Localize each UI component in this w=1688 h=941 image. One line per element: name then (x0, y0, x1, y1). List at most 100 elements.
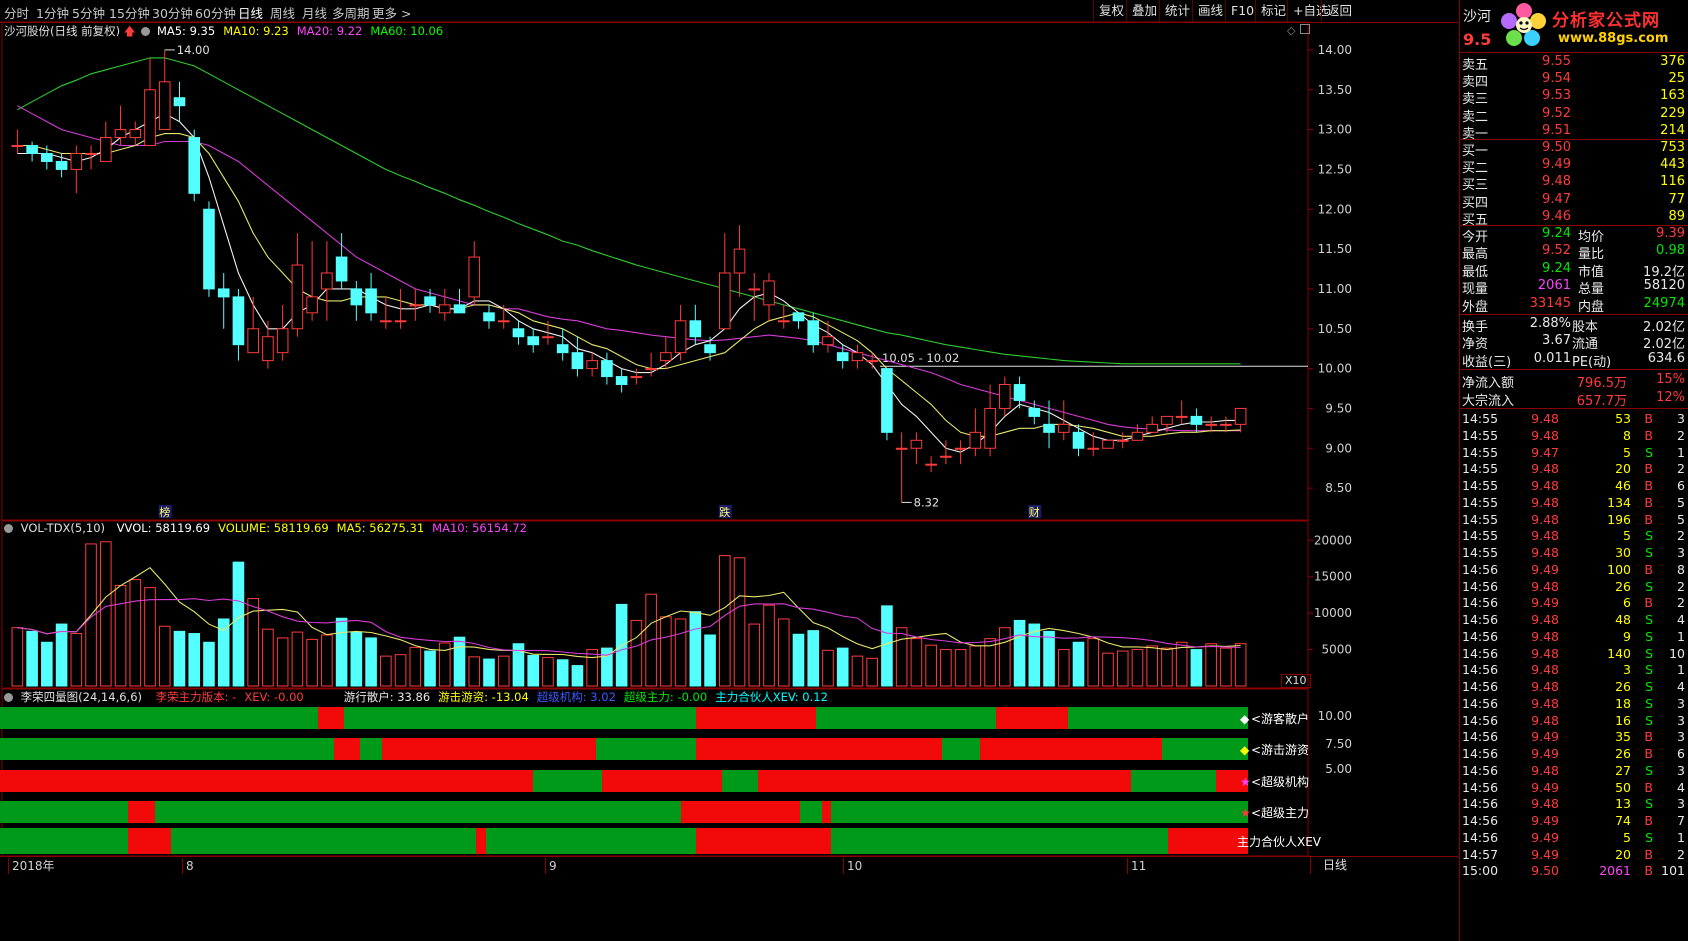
volume-bar[interactable] (836, 647, 849, 687)
volume-bar[interactable] (881, 605, 893, 687)
candlestick[interactable] (571, 336, 584, 377)
candlestick[interactable] (1028, 400, 1041, 425)
candlestick[interactable] (851, 344, 864, 369)
candlestick[interactable] (483, 304, 495, 329)
candlestick[interactable] (276, 304, 289, 361)
volume-bar[interactable] (954, 649, 967, 687)
volume-bar[interactable] (394, 654, 407, 687)
candlestick[interactable] (291, 233, 304, 337)
candlestick[interactable] (1205, 416, 1217, 433)
volume-bar[interactable] (1072, 641, 1085, 687)
settings-dot-icon[interactable] (4, 524, 13, 533)
tick-row[interactable]: 14:57 9.49 20 B 2 (1460, 847, 1688, 865)
volume-bar[interactable] (306, 638, 318, 687)
candlestick[interactable] (718, 233, 731, 330)
candlestick[interactable] (1102, 439, 1114, 449)
volume-bar[interactable] (468, 656, 481, 687)
candlestick[interactable] (542, 320, 554, 345)
indicator-band[interactable] (0, 801, 1248, 823)
settings-dot-icon[interactable] (4, 693, 13, 702)
volume-bar[interactable] (571, 665, 584, 687)
candlestick[interactable] (11, 129, 24, 154)
volume-bar[interactable] (1131, 649, 1144, 687)
volume-bar[interactable] (26, 630, 38, 687)
tick-row[interactable]: 14:56 9.48 26 S 4 (1460, 679, 1688, 697)
candlestick[interactable] (660, 336, 672, 369)
volume-bar[interactable] (11, 627, 24, 687)
candlestick[interactable] (129, 121, 142, 146)
candlestick[interactable] (1175, 400, 1188, 425)
volume-bar[interactable] (807, 630, 820, 687)
volume-bar[interactable] (1175, 641, 1188, 687)
candlestick[interactable] (910, 432, 923, 465)
candlestick[interactable] (1131, 424, 1144, 441)
tick-row[interactable]: 14:56 9.48 13 S 3 (1460, 796, 1688, 814)
volume-bar[interactable] (704, 634, 716, 687)
candlestick[interactable] (188, 129, 201, 202)
candlestick[interactable] (99, 121, 112, 162)
candlestick[interactable] (217, 272, 230, 329)
candlestick[interactable] (527, 328, 540, 353)
volume-bar[interactable] (1161, 647, 1173, 687)
volume-bar[interactable] (895, 627, 908, 687)
candlestick[interactable] (969, 408, 982, 457)
volume-bar[interactable] (748, 623, 761, 687)
volume-bar[interactable] (1116, 650, 1129, 687)
volume-bar[interactable] (910, 638, 923, 687)
volume-bar[interactable] (1205, 643, 1217, 687)
candlestick[interactable] (158, 49, 171, 131)
candlestick[interactable] (321, 241, 333, 321)
candlestick[interactable] (306, 241, 318, 321)
volume-bar[interactable] (262, 628, 274, 687)
volume-bar[interactable] (1043, 630, 1055, 687)
candlestick[interactable] (424, 288, 436, 313)
tick-row[interactable]: 14:56 9.48 18 S 3 (1460, 696, 1688, 714)
volume-bar[interactable] (55, 623, 68, 687)
candlestick[interactable] (1013, 376, 1026, 409)
volume-bar[interactable] (453, 636, 466, 687)
candlestick[interactable] (1057, 400, 1070, 441)
tick-row[interactable]: 14:55 9.48 46 B 6 (1460, 478, 1688, 496)
settings-dot-icon[interactable] (141, 27, 151, 36)
volume-bar[interactable] (350, 631, 363, 687)
volume-bar[interactable] (497, 655, 510, 687)
volume-bar[interactable] (586, 649, 598, 687)
volume-bar[interactable] (335, 617, 348, 687)
volume-bar[interactable] (674, 618, 687, 687)
volume-bar[interactable] (777, 618, 790, 687)
tick-row[interactable]: 14:55 9.48 134 B 5 (1460, 495, 1688, 513)
volume-bar[interactable] (158, 625, 171, 687)
volume-bar[interactable] (763, 604, 775, 687)
candlestick[interactable] (925, 456, 937, 473)
indicator-band[interactable] (0, 707, 1248, 729)
tick-row[interactable]: 14:56 9.48 3 S 1 (1460, 662, 1688, 680)
candlestick[interactable] (26, 141, 38, 162)
tick-row[interactable]: 14:55 9.48 30 S 3 (1460, 545, 1688, 563)
tick-row[interactable]: 14:56 9.49 35 B 3 (1460, 729, 1688, 747)
candlestick[interactable] (615, 368, 628, 393)
candlestick[interactable] (792, 312, 805, 329)
candlestick[interactable] (144, 57, 156, 147)
candlestick[interactable] (232, 288, 245, 361)
volume-bar[interactable] (527, 654, 540, 687)
candlestick[interactable] (954, 440, 967, 465)
candlestick[interactable] (748, 272, 761, 321)
candlestick[interactable] (262, 320, 274, 369)
candlestick[interactable] (895, 432, 908, 503)
volume-bar[interactable] (940, 649, 952, 687)
candlestick[interactable] (70, 145, 83, 194)
volume-bar[interactable] (276, 637, 289, 687)
volume-bar[interactable] (173, 630, 186, 687)
tick-row[interactable]: 14:56 9.49 50 B 4 (1460, 780, 1688, 798)
candlestick[interactable] (999, 376, 1011, 417)
volume-bar[interactable] (365, 637, 377, 687)
volume-bar[interactable] (925, 644, 937, 687)
volume-bar[interactable] (1057, 649, 1070, 687)
candlestick[interactable] (1087, 432, 1100, 457)
tick-row[interactable]: 14:55 9.48 196 B 5 (1460, 512, 1688, 530)
volume-bar[interactable] (70, 633, 83, 687)
candlestick[interactable] (247, 296, 259, 354)
candlestick[interactable] (41, 145, 53, 170)
volume-bar[interactable] (1102, 652, 1114, 687)
volume-bar[interactable] (1220, 647, 1232, 687)
